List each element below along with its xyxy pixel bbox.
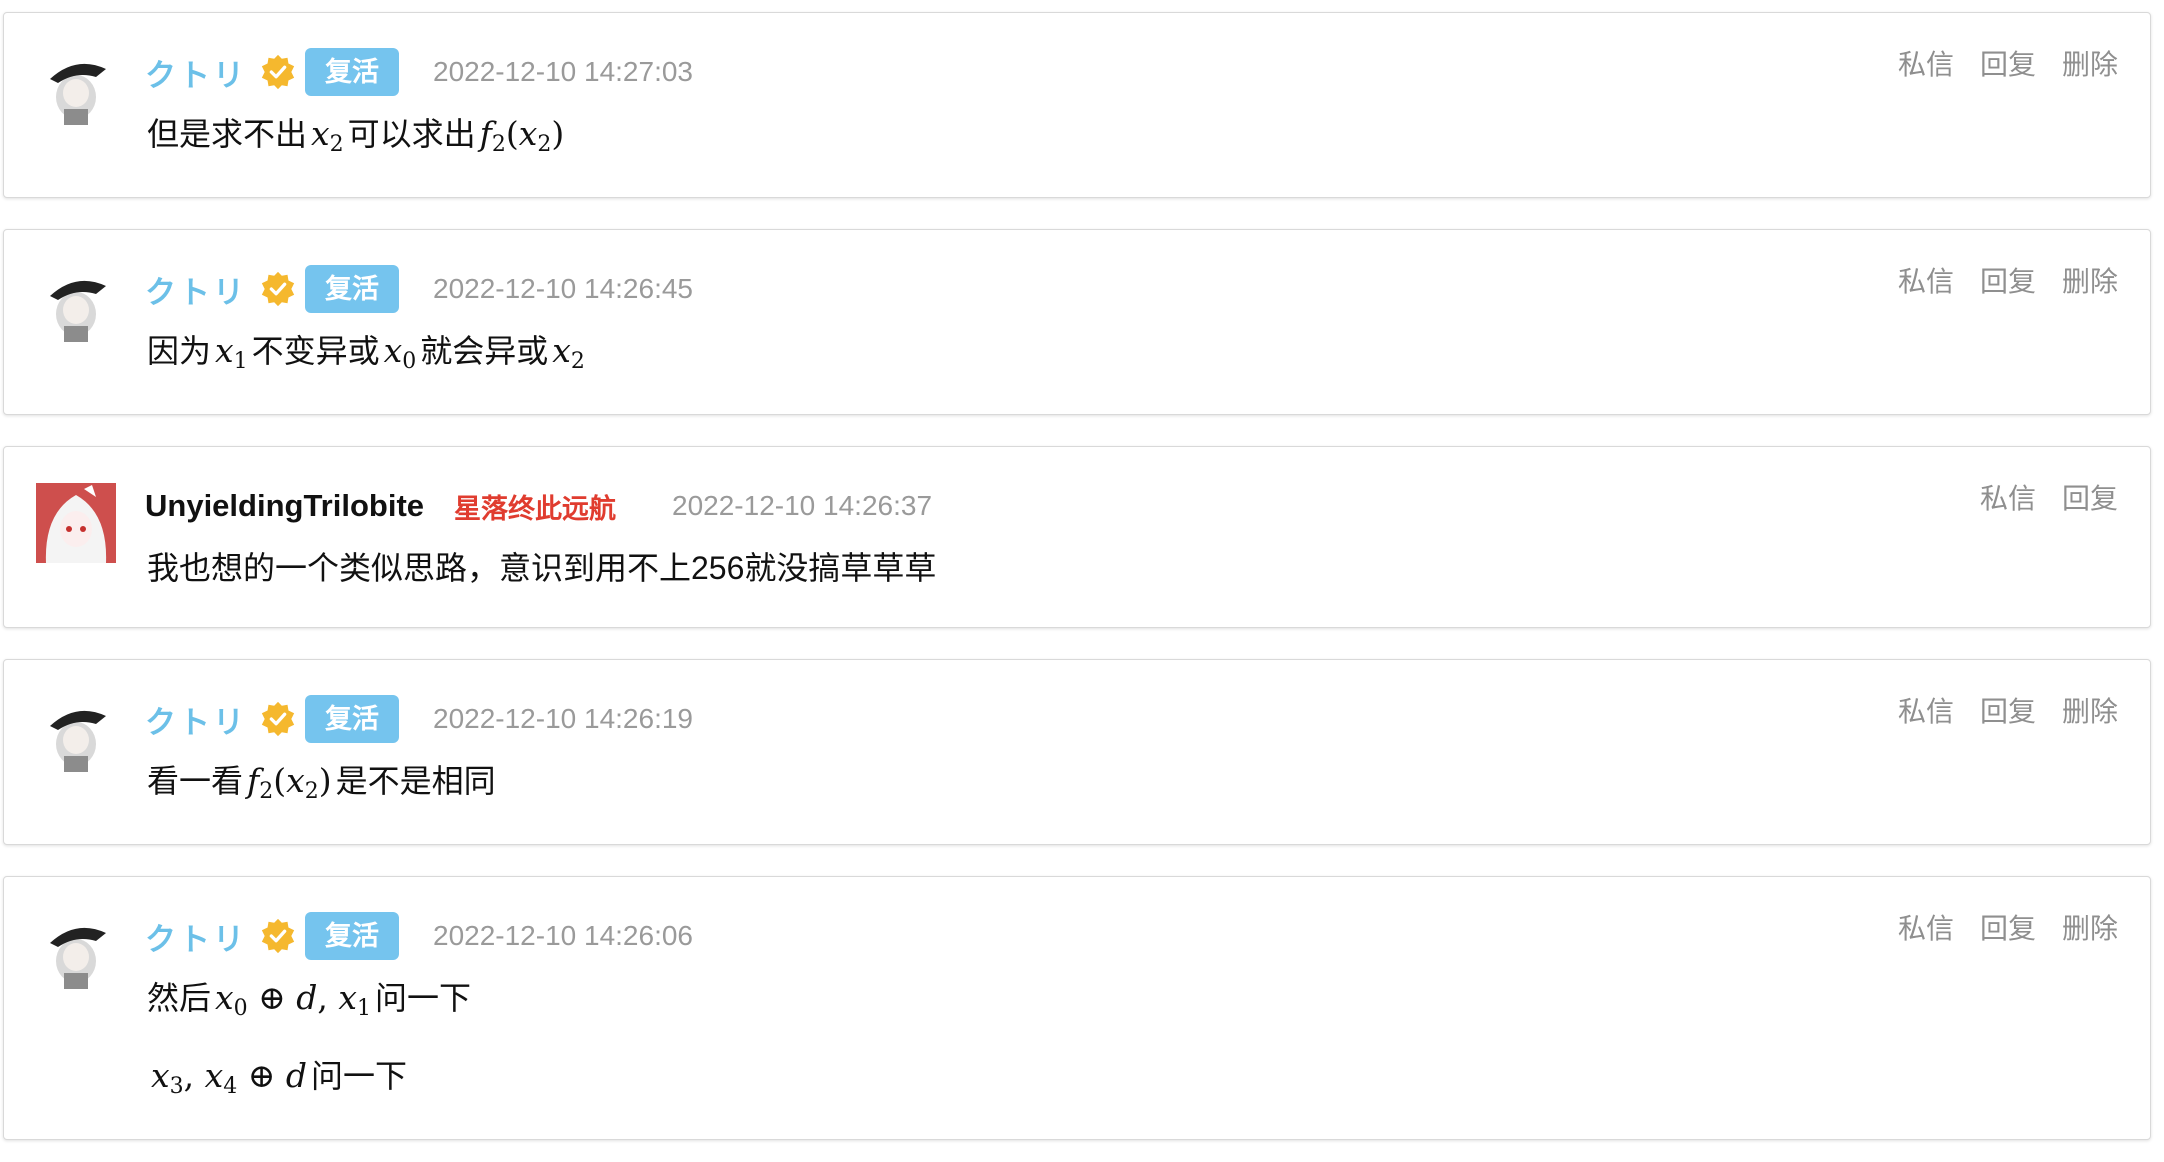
delete-button[interactable]: 删除 — [2062, 260, 2118, 300]
math-expression: x0 ⊕ d, x1 — [215, 978, 372, 1021]
comment-text: 但是求不出 — [147, 116, 308, 152]
comment-body: 因为 x1 不变异或 x0 就会异或 x2 — [147, 326, 589, 378]
comment-actions: 私信 回复 — [1980, 477, 2118, 517]
timestamp: 2022-12-10 14:26:37 — [672, 490, 933, 521]
comment-actions: 私信 回复 删除 — [1898, 43, 2118, 83]
comment-card: クトリ 复活 2022-12-10 14:26:06 然后 x0 ⊕ d, x1… — [3, 876, 2151, 1140]
reply-button[interactable]: 回复 — [2062, 477, 2118, 517]
username[interactable]: クトリ — [145, 50, 247, 95]
delete-button[interactable]: 删除 — [2062, 907, 2118, 947]
username[interactable]: クトリ — [145, 267, 247, 312]
timestamp: 2022-12-10 14:26:19 — [433, 703, 693, 734]
avatar[interactable] — [36, 913, 116, 993]
avatar[interactable] — [36, 483, 116, 563]
private-message-button[interactable]: 私信 — [1898, 907, 1954, 947]
comment-text: 问一下 — [375, 980, 472, 1016]
math-expression: x0 — [383, 331, 417, 374]
comment-actions: 私信 回复 删除 — [1898, 260, 2118, 300]
math-expression: f2(x2) — [247, 761, 332, 804]
comment-card: クトリ 复活 2022-12-10 14:26:19 看一看 f2(x2) 是不… — [3, 659, 2151, 845]
comment-header: クトリ 复活 2022-12-10 14:26:45 — [145, 264, 693, 314]
comment-card: クトリ 复活 2022-12-10 14:26:45 因为 x1 不变异或 x0… — [3, 229, 2151, 415]
avatar[interactable] — [36, 49, 116, 129]
comment-header: クトリ 复活 2022-12-10 14:27:03 — [145, 47, 693, 97]
username[interactable]: クトリ — [145, 914, 247, 959]
avatar[interactable] — [36, 696, 116, 776]
comment-header: クトリ 复活 2022-12-10 14:26:06 — [145, 911, 693, 961]
comment-card: UnyieldingTrilobite 星落终此远航 2022-12-10 14… — [3, 446, 2151, 628]
comment-header: UnyieldingTrilobite 星落终此远航 2022-12-10 14… — [145, 481, 932, 531]
private-message-button[interactable]: 私信 — [1980, 477, 2036, 517]
math-expression: x1 — [215, 331, 248, 374]
avatar-image — [36, 266, 116, 346]
comment-body: 看一看 f2(x2) 是不是相同 — [147, 756, 496, 808]
comment-text: 因为 — [147, 333, 212, 369]
private-message-button[interactable]: 私信 — [1898, 43, 1954, 83]
comment-text: 就会异或 — [420, 333, 549, 369]
comment-text: 不变异或 — [251, 333, 380, 369]
timestamp: 2022-12-10 14:26:06 — [433, 920, 693, 951]
private-message-button[interactable]: 私信 — [1898, 260, 1954, 300]
math-expression: x2 — [552, 331, 585, 374]
comment-card: クトリ 复活 2022-12-10 14:27:03 但是求不出 x2 可以求出… — [3, 12, 2151, 198]
math-expression: f2(x2) — [479, 114, 565, 157]
reply-button[interactable]: 回复 — [1980, 43, 2036, 83]
user-badge: 复活 — [305, 912, 399, 960]
avatar-image — [36, 49, 116, 129]
user-badge: 复活 — [305, 695, 399, 743]
delete-button[interactable]: 删除 — [2062, 690, 2118, 730]
comment-header: クトリ 复活 2022-12-10 14:26:19 — [145, 694, 693, 744]
verified-check-icon — [261, 701, 295, 737]
private-message-button[interactable]: 私信 — [1898, 690, 1954, 730]
comment-actions: 私信 回复 删除 — [1898, 690, 2118, 730]
reply-button[interactable]: 回复 — [1980, 690, 2036, 730]
user-badge: 复活 — [305, 48, 399, 96]
comment-body: 但是求不出 x2 可以求出 f2(x2) — [147, 109, 568, 161]
avatar-image — [36, 696, 116, 776]
timestamp: 2022-12-10 14:26:45 — [433, 273, 693, 304]
username[interactable]: クトリ — [145, 697, 247, 742]
verified-check-icon — [261, 271, 295, 307]
math-expression: x2 — [311, 114, 344, 157]
comment-list: クトリ 复活 2022-12-10 14:27:03 但是求不出 x2 可以求出… — [0, 0, 2164, 1162]
comment-actions: 私信 回复 删除 — [1898, 907, 2118, 947]
comment-text: 是不是相同 — [335, 763, 496, 799]
username[interactable]: UnyieldingTrilobite — [145, 488, 424, 524]
math-expression: x3, x4 ⊕ d — [151, 1056, 308, 1099]
comment-body: 然后 x0 ⊕ d, x1 问一下 x3, x4 ⊕ d 问一下 — [147, 973, 471, 1103]
comment-text: 然后 — [147, 980, 212, 1016]
delete-button[interactable]: 删除 — [2062, 43, 2118, 83]
avatar-image — [36, 483, 116, 563]
avatar[interactable] — [36, 266, 116, 346]
comment-text: 我也想的一个类似思路，意识到用不上256就没搞草草草 — [147, 550, 937, 586]
timestamp: 2022-12-10 14:27:03 — [433, 56, 693, 87]
comment-text: 看一看 — [147, 763, 244, 799]
user-badge: 星落终此远航 — [454, 493, 617, 524]
user-badge: 复活 — [305, 265, 399, 313]
avatar-image — [36, 913, 116, 993]
comment-text: 问一下 — [311, 1058, 408, 1094]
reply-button[interactable]: 回复 — [1980, 260, 2036, 300]
verified-check-icon — [261, 54, 295, 90]
comment-text: 可以求出 — [347, 116, 476, 152]
reply-button[interactable]: 回复 — [1980, 907, 2036, 947]
comment-body: 我也想的一个类似思路，意识到用不上256就没搞草草草 — [147, 543, 936, 595]
verified-check-icon — [261, 918, 295, 954]
